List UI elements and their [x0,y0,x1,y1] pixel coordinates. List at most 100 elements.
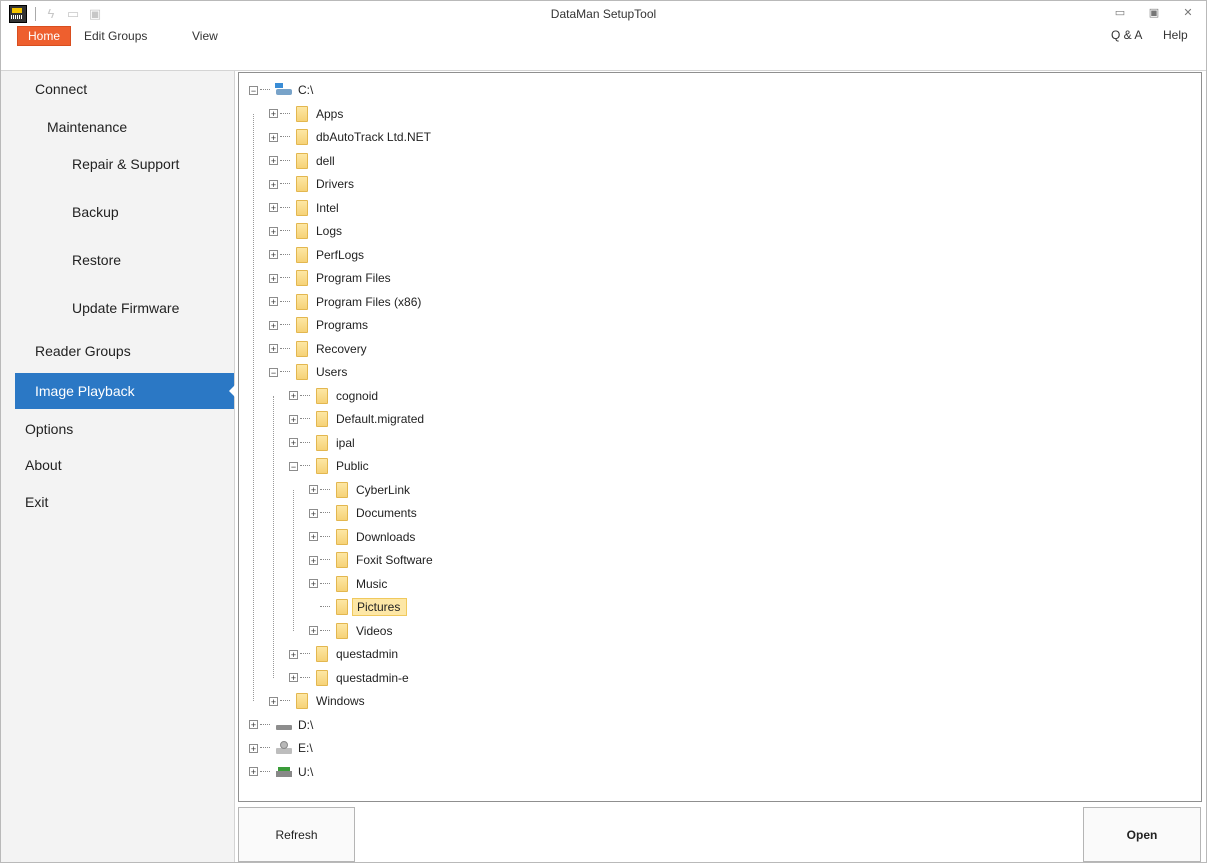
tree-node-windows[interactable]: + Windows [269,691,365,711]
tree-node-recovery[interactable]: + Recovery [269,339,367,359]
window-title: DataMan SetupTool [550,7,657,21]
expand-icon[interactable]: + [269,273,278,283]
expand-icon[interactable]: + [289,673,298,683]
tree-node-dbautotrack-ltd-net[interactable]: + dbAutoTrack Ltd.NET [269,127,431,147]
sidebar-item-options[interactable]: Options [25,421,73,437]
expand-icon[interactable]: + [269,132,278,142]
tree-branch-line [280,206,290,209]
expand-icon[interactable]: + [289,391,298,401]
sidebar-item-reader-groups[interactable]: Reader Groups [35,343,131,359]
tree-branch-line [320,559,330,561]
tree-node-perflogs[interactable]: + PerfLogs [269,245,364,265]
folder-icon [296,270,308,286]
tree-node-music[interactable]: + Music [309,574,387,594]
tree-node-logs[interactable]: + Logs [269,221,342,241]
sidebar-item-about[interactable]: About [25,457,62,473]
tree-node-c[interactable]: − C:\ [249,80,313,100]
tree-branch-line [280,324,290,326]
tab-help[interactable]: Help [1163,28,1188,42]
sidebar-item-image-playback[interactable]: Image Playback [15,373,235,409]
folder-icon [336,599,348,615]
expand-icon[interactable]: + [269,109,278,119]
drive-icon [275,83,292,95]
tree-node-program-files[interactable]: + Program Files [269,268,391,288]
close-button[interactable]: ✕ [1180,5,1196,21]
expand-icon[interactable]: + [269,156,278,166]
tree-node-d[interactable]: + D:\ [249,715,313,735]
expand-icon[interactable]: + [269,297,278,307]
expand-icon[interactable]: + [269,344,278,354]
sidebar-item-repair-support[interactable]: Repair & Support [72,156,179,172]
folder-icon [296,152,308,169]
tree-branch-line [320,582,330,585]
tab-qa[interactable]: Q & A [1111,28,1142,42]
expand-icon[interactable]: + [269,226,278,236]
expand-icon[interactable]: + [249,767,258,777]
expand-icon[interactable]: + [309,579,318,589]
folder-icon [316,434,328,451]
tab-view[interactable]: View [192,27,218,45]
expand-icon[interactable]: + [269,203,278,213]
tab-home[interactable]: Home [17,26,72,46]
sidebar-item-maintenance[interactable]: Maintenance [47,119,127,135]
expand-icon[interactable]: + [269,320,278,330]
tree-node-programs[interactable]: + Programs [269,315,368,335]
sidebar-item-restore[interactable]: Restore [72,252,121,268]
expand-icon[interactable]: + [309,555,318,565]
open-button[interactable]: Open [1083,807,1201,862]
tree-node-public[interactable]: − Public [289,456,369,476]
tree-node-e[interactable]: + E:\ [249,738,313,758]
expand-icon[interactable]: + [289,414,298,424]
tree-node-questadmin[interactable]: + questadmin [289,644,398,664]
expand-icon[interactable]: + [309,485,318,495]
tree-node-ipal[interactable]: + ipal [289,433,355,453]
tree-node-u[interactable]: + U:\ [249,762,313,782]
tree-node-cognoid[interactable]: + cognoid [289,386,378,406]
tab-edit-groups[interactable]: Edit Groups [84,27,147,45]
tree-node-intel[interactable]: + Intel [269,198,339,218]
maximize-button[interactable]: ▣ [1146,5,1162,21]
expand-icon[interactable]: + [309,508,318,518]
expand-icon[interactable]: + [289,649,298,659]
sidebar-item-connect[interactable]: Connect [35,81,87,97]
expand-icon[interactable]: + [289,438,298,448]
ribbon-bar: Home Edit Groups View Q & A Help [1,25,1206,47]
expand-icon[interactable]: + [269,179,278,189]
folder-tree[interactable]: − C:\ + Apps + dbAutoTrack Ltd.NET + dell + Drive… [238,72,1202,802]
tree-branch-line [320,629,330,632]
tree-node-apps[interactable]: + Apps [269,104,343,124]
expand-icon[interactable]: + [249,720,258,730]
expand-icon[interactable]: + [309,532,318,542]
tree-node-label: Documents [356,506,417,520]
collapse-icon[interactable]: − [269,367,278,377]
tree-node-drivers[interactable]: + Drivers [269,174,354,194]
collapse-icon[interactable]: − [289,461,298,471]
sidebar-item-backup[interactable]: Backup [72,204,119,220]
tree-node-cyberlink[interactable]: + CyberLink [309,480,410,500]
tree-node-label: dell [316,153,335,168]
tree-node-questadmin-e[interactable]: + questadmin-e [289,668,409,688]
tree-node-dell[interactable]: + dell [269,151,335,171]
sidebar: Connect Maintenance Repair & Support Bac… [1,71,235,862]
tree-node-foxit-software[interactable]: + Foxit Software [309,550,433,570]
expand-icon[interactable]: + [249,743,258,753]
tree-node-documents[interactable]: + Documents [309,503,417,523]
tree-node-videos[interactable]: + Videos [309,621,392,641]
tree-node-downloads[interactable]: + Downloads [309,527,415,547]
expand-icon[interactable]: + [269,696,278,706]
sidebar-item-update-firmware[interactable]: Update Firmware [72,300,179,316]
tree-node-label: Drivers [316,177,354,191]
folder-icon [336,481,348,498]
tree-node-pictures[interactable]: Pictures [309,597,408,617]
sidebar-item-exit[interactable]: Exit [25,494,48,510]
refresh-button[interactable]: Refresh [238,807,355,862]
tree-branch-line [300,394,310,397]
tree-node-users[interactable]: − Users [269,362,347,382]
tree-node-default-migrated[interactable]: + Default.migrated [289,409,424,429]
folder-icon [316,411,328,427]
tree-node-program-files-x86[interactable]: + Program Files (x86) [269,292,421,312]
expand-icon[interactable]: + [309,626,318,636]
minimize-button[interactable]: ▭ [1112,5,1128,21]
expand-icon[interactable]: + [269,250,278,260]
collapse-icon[interactable]: − [249,85,258,95]
